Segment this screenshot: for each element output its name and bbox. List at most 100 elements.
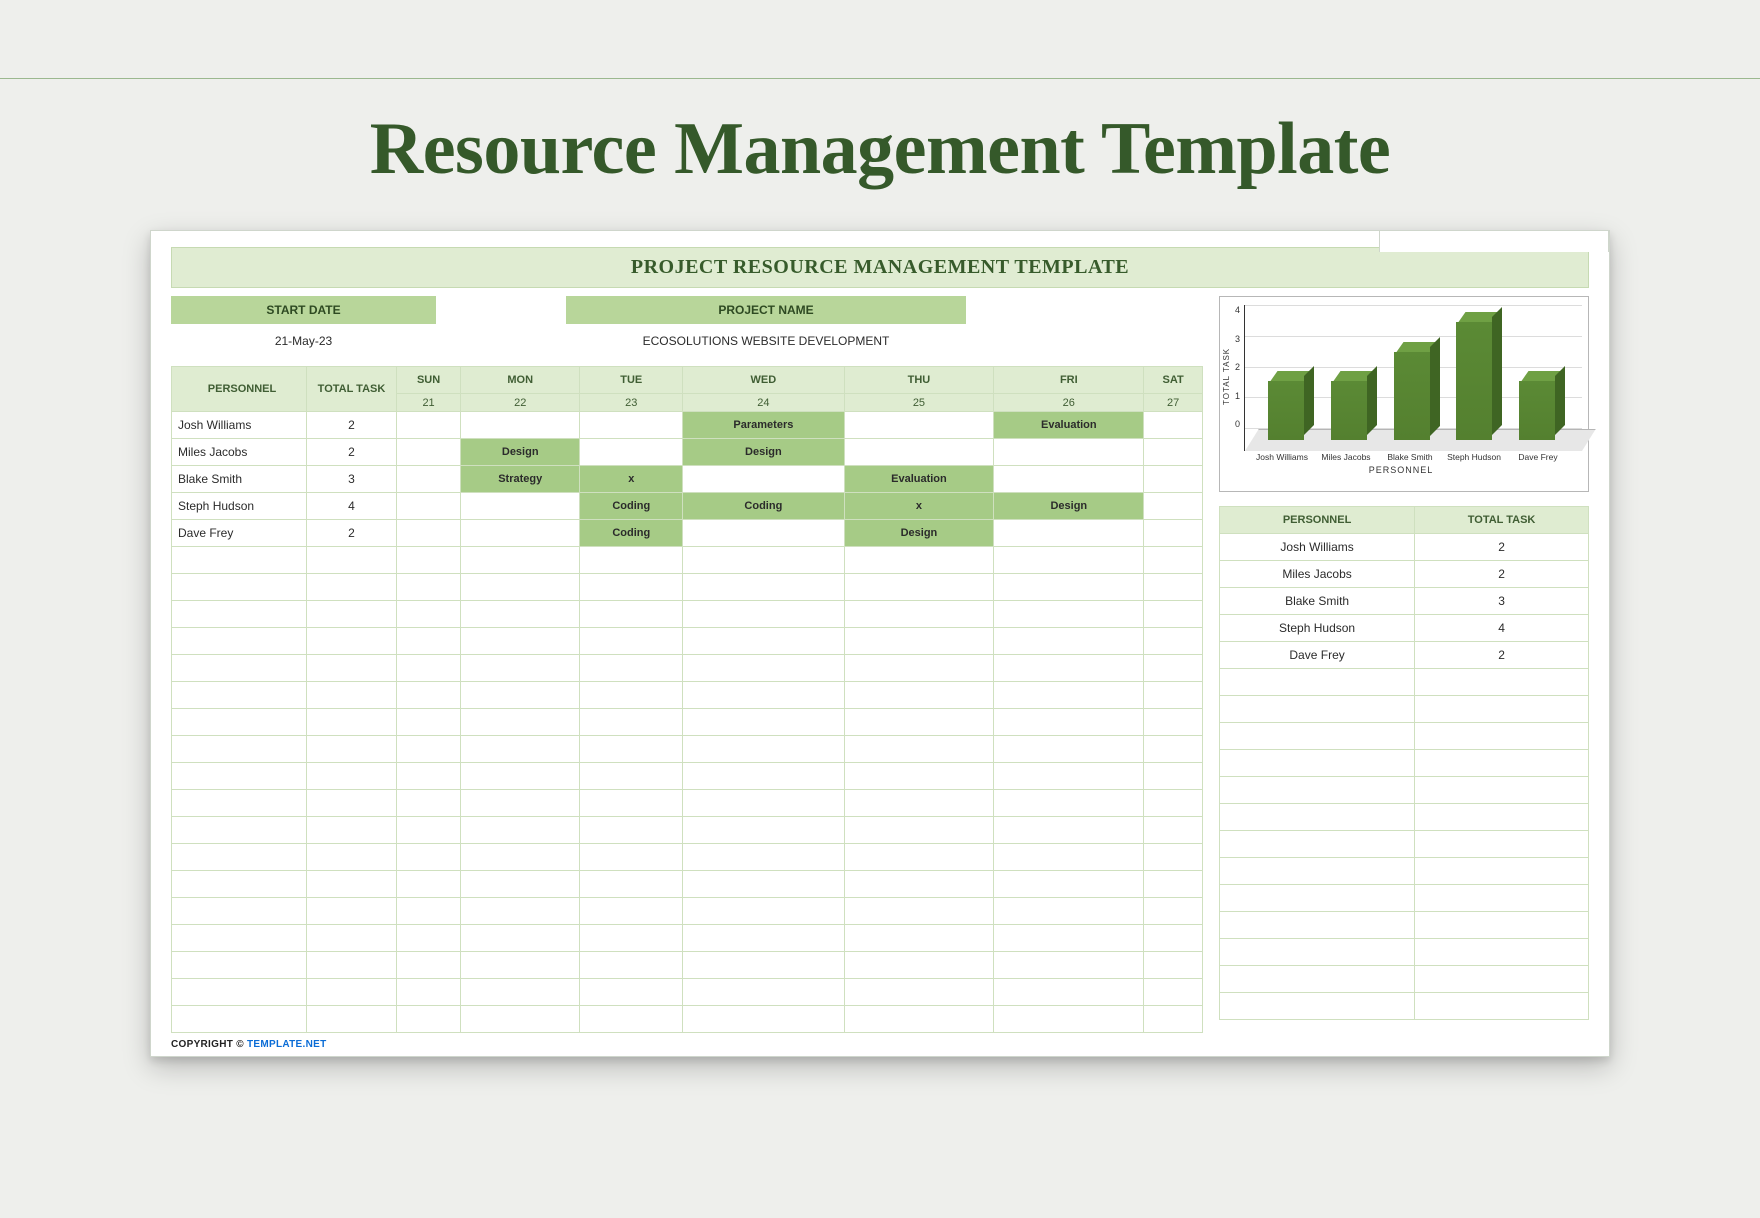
table-row[interactable] bbox=[1220, 723, 1589, 750]
cell-empty[interactable] bbox=[307, 979, 397, 1006]
cell-empty[interactable] bbox=[580, 952, 683, 979]
cell-empty[interactable] bbox=[580, 844, 683, 871]
cell-empty[interactable] bbox=[683, 547, 844, 574]
cell-empty[interactable] bbox=[1220, 993, 1415, 1020]
cell-day[interactable] bbox=[1144, 493, 1203, 520]
cell-empty[interactable] bbox=[1144, 547, 1203, 574]
cell-empty[interactable] bbox=[844, 817, 994, 844]
table-row[interactable] bbox=[172, 1006, 1203, 1033]
cell-empty[interactable] bbox=[461, 736, 580, 763]
cell-empty[interactable] bbox=[1220, 858, 1415, 885]
cell-empty[interactable] bbox=[172, 574, 307, 601]
table-row[interactable] bbox=[1220, 966, 1589, 993]
cell-empty[interactable] bbox=[307, 844, 397, 871]
cell-empty[interactable] bbox=[580, 655, 683, 682]
table-row[interactable]: Dave Frey2CodingDesign bbox=[172, 520, 1203, 547]
cell-empty[interactable] bbox=[461, 655, 580, 682]
cell-empty[interactable] bbox=[1144, 763, 1203, 790]
cell-total[interactable]: 4 bbox=[307, 493, 397, 520]
cell-empty[interactable] bbox=[844, 925, 994, 952]
table-row[interactable]: Josh Williams2 bbox=[1220, 534, 1589, 561]
cell-empty[interactable] bbox=[580, 601, 683, 628]
cell-personnel[interactable]: Miles Jacobs bbox=[172, 439, 307, 466]
cell-day[interactable]: Design bbox=[994, 493, 1144, 520]
table-row[interactable] bbox=[172, 844, 1203, 871]
cell-empty[interactable] bbox=[994, 979, 1144, 1006]
cell-empty[interactable] bbox=[994, 925, 1144, 952]
cell-empty[interactable] bbox=[844, 763, 994, 790]
cell-empty[interactable] bbox=[1415, 966, 1589, 993]
cell-day[interactable]: Design bbox=[461, 439, 580, 466]
cell-empty[interactable] bbox=[1220, 831, 1415, 858]
cell-personnel[interactable]: Blake Smith bbox=[1220, 588, 1415, 615]
cell-empty[interactable] bbox=[1144, 709, 1203, 736]
cell-empty[interactable] bbox=[461, 844, 580, 871]
cell-empty[interactable] bbox=[307, 817, 397, 844]
cell-empty[interactable] bbox=[397, 655, 461, 682]
cell-empty[interactable] bbox=[397, 979, 461, 1006]
cell-empty[interactable] bbox=[994, 817, 1144, 844]
cell-day[interactable] bbox=[461, 412, 580, 439]
cell-empty[interactable] bbox=[397, 574, 461, 601]
cell-empty[interactable] bbox=[397, 628, 461, 655]
project-name-value[interactable]: ECOSOLUTIONS WEBSITE DEVELOPMENT bbox=[566, 324, 966, 360]
cell-empty[interactable] bbox=[172, 709, 307, 736]
cell-empty[interactable] bbox=[1220, 777, 1415, 804]
cell-empty[interactable] bbox=[844, 574, 994, 601]
cell-empty[interactable] bbox=[580, 547, 683, 574]
cell-empty[interactable] bbox=[172, 898, 307, 925]
cell-empty[interactable] bbox=[397, 547, 461, 574]
cell-empty[interactable] bbox=[683, 763, 844, 790]
cell-empty[interactable] bbox=[1220, 939, 1415, 966]
cell-empty[interactable] bbox=[461, 574, 580, 601]
cell-day[interactable]: Evaluation bbox=[844, 466, 994, 493]
cell-day[interactable] bbox=[397, 493, 461, 520]
cell-empty[interactable] bbox=[1220, 750, 1415, 777]
cell-empty[interactable] bbox=[461, 979, 580, 1006]
cell-empty[interactable] bbox=[683, 736, 844, 763]
cell-empty[interactable] bbox=[580, 574, 683, 601]
cell-total[interactable]: 2 bbox=[1415, 561, 1589, 588]
table-row[interactable] bbox=[1220, 939, 1589, 966]
cell-empty[interactable] bbox=[994, 898, 1144, 925]
cell-day[interactable] bbox=[1144, 412, 1203, 439]
table-row[interactable] bbox=[1220, 831, 1589, 858]
table-row[interactable] bbox=[172, 898, 1203, 925]
cell-empty[interactable] bbox=[844, 547, 994, 574]
cell-empty[interactable] bbox=[307, 763, 397, 790]
table-row[interactable] bbox=[1220, 858, 1589, 885]
cell-empty[interactable] bbox=[397, 709, 461, 736]
cell-empty[interactable] bbox=[1415, 939, 1589, 966]
cell-empty[interactable] bbox=[1144, 952, 1203, 979]
table-row[interactable] bbox=[1220, 669, 1589, 696]
cell-empty[interactable] bbox=[1220, 804, 1415, 831]
table-row[interactable] bbox=[172, 655, 1203, 682]
cell-empty[interactable] bbox=[580, 871, 683, 898]
cell-empty[interactable] bbox=[580, 817, 683, 844]
table-row[interactable] bbox=[172, 925, 1203, 952]
copyright-link[interactable]: TEMPLATE.NET bbox=[247, 1039, 327, 1050]
cell-empty[interactable] bbox=[1415, 750, 1589, 777]
cell-empty[interactable] bbox=[994, 1006, 1144, 1033]
cell-empty[interactable] bbox=[994, 790, 1144, 817]
cell-empty[interactable] bbox=[580, 763, 683, 790]
cell-personnel[interactable]: Miles Jacobs bbox=[1220, 561, 1415, 588]
table-row[interactable] bbox=[172, 871, 1203, 898]
cell-empty[interactable] bbox=[683, 655, 844, 682]
cell-empty[interactable] bbox=[844, 736, 994, 763]
cell-empty[interactable] bbox=[1144, 817, 1203, 844]
cell-empty[interactable] bbox=[1415, 993, 1589, 1020]
table-row[interactable]: Dave Frey2 bbox=[1220, 642, 1589, 669]
table-row[interactable] bbox=[172, 817, 1203, 844]
cell-empty[interactable] bbox=[397, 871, 461, 898]
cell-day[interactable] bbox=[683, 466, 844, 493]
cell-empty[interactable] bbox=[307, 628, 397, 655]
table-row[interactable] bbox=[172, 790, 1203, 817]
cell-personnel[interactable]: Dave Frey bbox=[172, 520, 307, 547]
cell-empty[interactable] bbox=[461, 871, 580, 898]
cell-day[interactable] bbox=[683, 520, 844, 547]
cell-empty[interactable] bbox=[844, 628, 994, 655]
cell-empty[interactable] bbox=[1144, 790, 1203, 817]
cell-empty[interactable] bbox=[683, 979, 844, 1006]
cell-empty[interactable] bbox=[1415, 831, 1589, 858]
